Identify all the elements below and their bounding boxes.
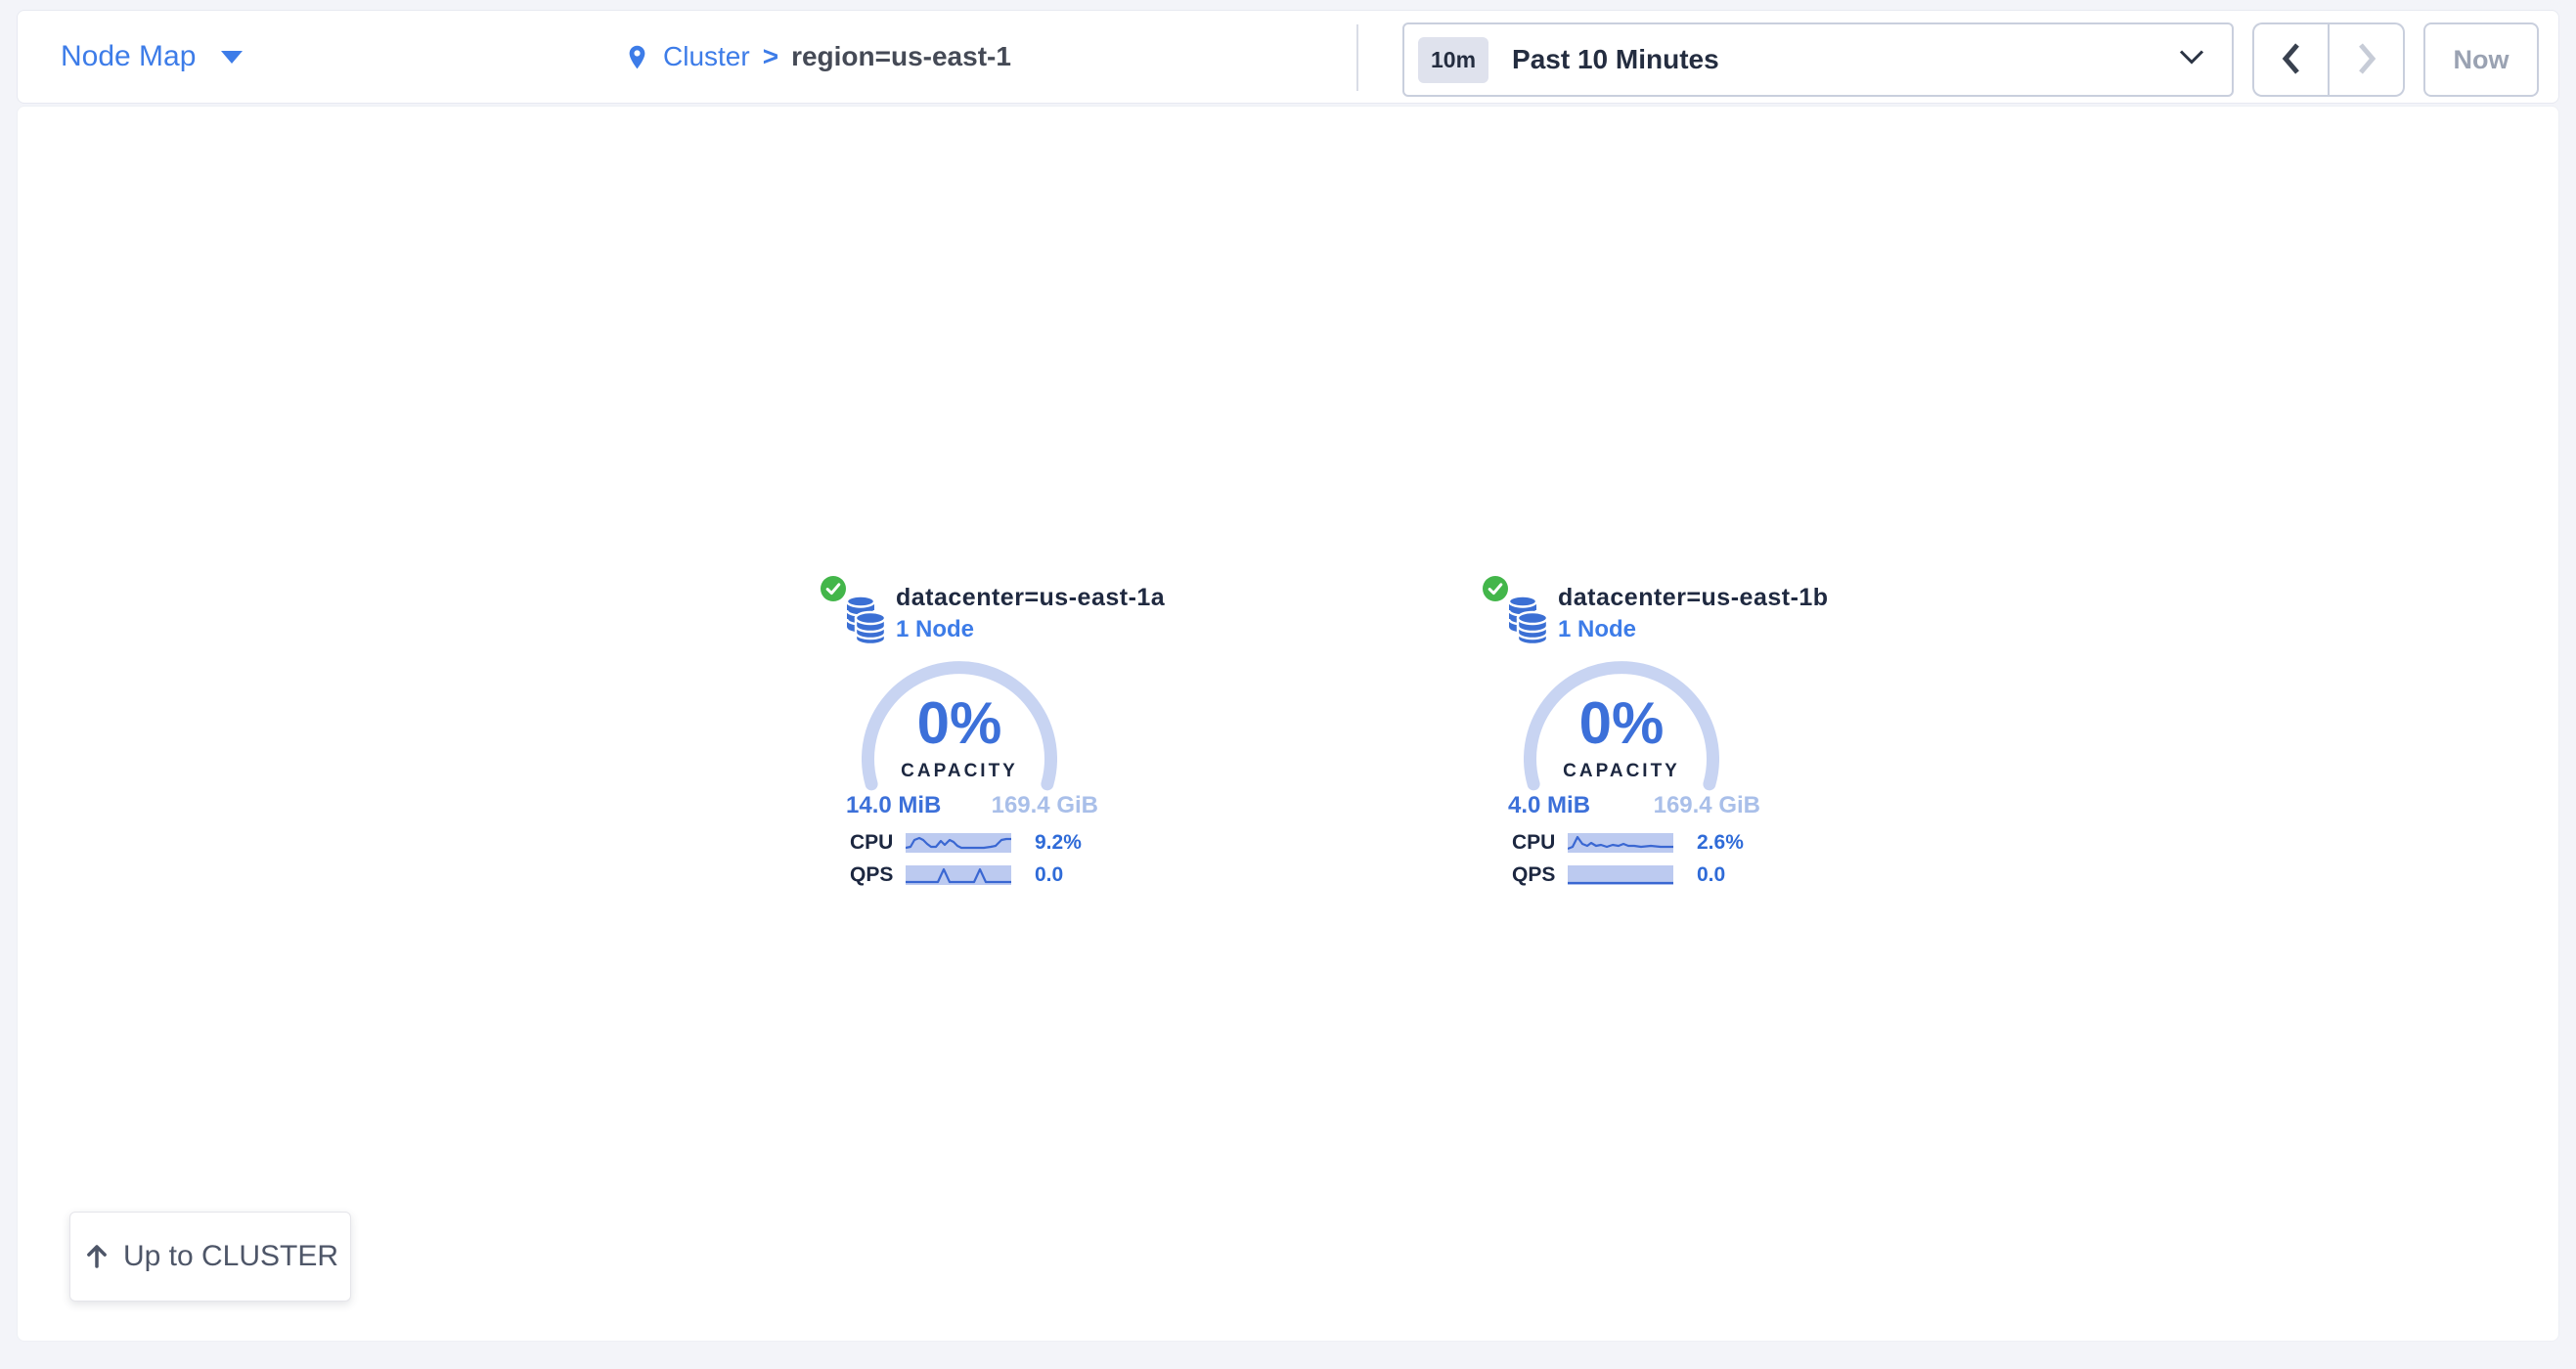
metric-row-qps: QPS 0.0 [850, 863, 1063, 887]
arrow-up-icon [82, 1242, 111, 1271]
metric-label: CPU [850, 831, 906, 855]
breadcrumb-current: region=us-east-1 [791, 41, 1011, 72]
datacenter-node-count[interactable]: 1 Node [896, 616, 974, 643]
metric-value: 0.0 [1697, 863, 1725, 887]
breadcrumb: Cluster > region=us-east-1 [624, 11, 1011, 103]
datacenter-name[interactable]: datacenter=us-east-1b [1558, 584, 1829, 612]
capacity-total: 169.4 GiB [992, 792, 1098, 819]
topbar: Node Map Cluster > region=us-east-1 10m … [17, 10, 2559, 104]
time-prev-button[interactable] [2252, 22, 2329, 97]
now-button[interactable]: Now [2423, 22, 2539, 97]
metric-row-cpu: CPU 9.2% [850, 831, 1082, 855]
node-map-canvas: datacenter=us-east-1a 1 Node 0% CAPACITY… [17, 106, 2559, 1342]
time-pager [2252, 22, 2405, 97]
breadcrumb-cluster-link[interactable]: Cluster [663, 41, 750, 72]
capacity-used: 4.0 MiB [1508, 792, 1590, 819]
caret-down-icon [221, 51, 243, 64]
qps-sparkline [1568, 865, 1673, 885]
time-range-badge: 10m [1418, 37, 1488, 83]
capacity-percent: 0% [1524, 689, 1719, 757]
capacity-percent: 0% [862, 689, 1057, 757]
capacity-total: 169.4 GiB [1654, 792, 1760, 819]
capacity-range: 4.0 MiB 169.4 GiB [1508, 792, 1760, 819]
metric-row-cpu: CPU 2.6% [1512, 831, 1744, 855]
breadcrumb-separator: > [763, 41, 778, 72]
datacenter-name[interactable]: datacenter=us-east-1a [896, 584, 1165, 612]
datacenter-card-us-east-1b[interactable]: datacenter=us-east-1b 1 Node 0% CAPACITY… [1483, 576, 1766, 901]
cpu-sparkline [906, 833, 1011, 853]
metric-row-qps: QPS 0.0 [1512, 863, 1725, 887]
view-mode-dropdown[interactable]: Node Map [61, 11, 243, 103]
chevron-left-icon [2280, 41, 2303, 79]
header-divider [1356, 24, 1358, 91]
capacity-used: 14.0 MiB [846, 792, 941, 819]
database-stack-icon [840, 595, 887, 650]
capacity-range: 14.0 MiB 169.4 GiB [846, 792, 1098, 819]
location-pin-icon [624, 41, 650, 73]
chevron-down-icon [2179, 50, 2204, 70]
capacity-label: CAPACITY [862, 761, 1057, 782]
view-mode-label: Node Map [61, 40, 196, 73]
metric-label: QPS [1512, 863, 1568, 887]
time-range-label: Past 10 Minutes [1512, 44, 1719, 75]
cpu-sparkline [1568, 833, 1673, 853]
capacity-label: CAPACITY [1524, 761, 1719, 782]
up-to-cluster-label: Up to CLUSTER [123, 1240, 338, 1273]
node-map-page: Node Map Cluster > region=us-east-1 10m … [0, 0, 2576, 1369]
metric-label: CPU [1512, 831, 1568, 855]
time-next-button[interactable] [2329, 22, 2405, 97]
datacenter-card-us-east-1a[interactable]: datacenter=us-east-1a 1 Node 0% CAPACITY… [821, 576, 1104, 901]
chevron-right-icon [2355, 41, 2378, 79]
metric-label: QPS [850, 863, 906, 887]
metric-value: 0.0 [1035, 863, 1063, 887]
qps-sparkline [906, 865, 1011, 885]
database-stack-icon [1502, 595, 1549, 650]
metric-value: 2.6% [1697, 831, 1744, 855]
metric-value: 9.2% [1035, 831, 1082, 855]
datacenter-node-count[interactable]: 1 Node [1558, 616, 1636, 643]
up-to-cluster-button[interactable]: Up to CLUSTER [69, 1212, 351, 1302]
time-range-dropdown[interactable]: 10m Past 10 Minutes [1402, 22, 2234, 97]
